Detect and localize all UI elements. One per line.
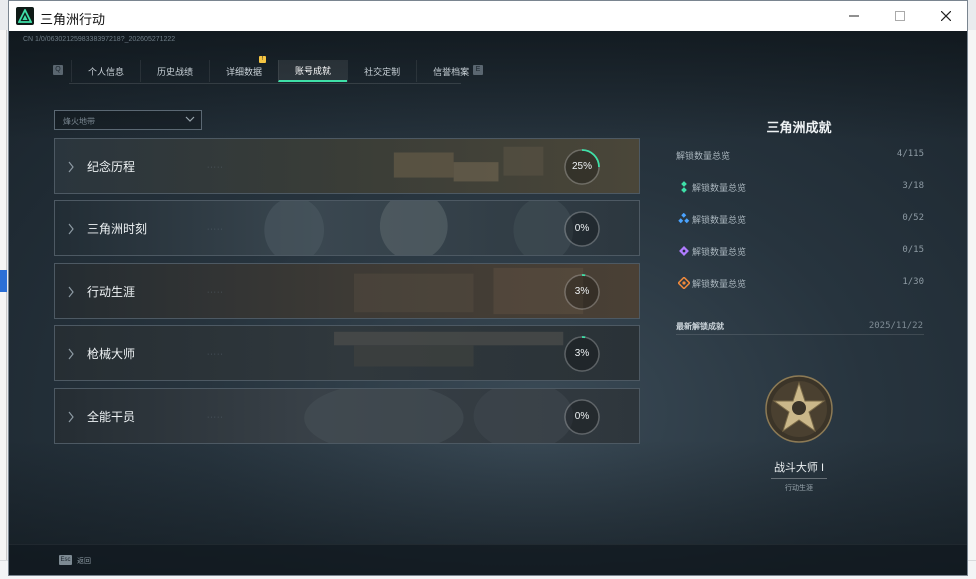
progress-percent: 0% <box>574 223 590 234</box>
host-app-left-strip <box>0 30 7 560</box>
tab-next-icon[interactable]: E <box>473 65 483 75</box>
tier-unlock-row: 解锁数量总览 0/15 <box>676 243 924 259</box>
progress-percent: 25% <box>571 161 592 172</box>
chevron-right-icon <box>68 286 74 298</box>
tab-detailed-stats[interactable]: 详细数据 <box>209 60 278 82</box>
mode-filter-dropdown[interactable]: 烽火地带 <box>54 110 202 130</box>
tab-personal-info[interactable]: 个人信息 <box>71 60 140 82</box>
achievements-title: 三角洲成就 <box>766 120 832 135</box>
tier-orange-icon <box>678 277 690 289</box>
category-card-operation-career[interactable]: 行动生涯 ····· 3% <box>54 263 640 319</box>
medal-name: 战斗大师 I <box>773 462 825 474</box>
tier-unlock-row: 解锁数量总览 0/52 <box>676 211 924 227</box>
filter-value: 烽火地带 <box>63 117 95 126</box>
combat-master-medal-icon[interactable] <box>765 375 833 443</box>
close-button[interactable] <box>923 1 967 31</box>
category-label: 全能干员 <box>87 410 136 424</box>
chevron-right-icon <box>68 223 74 235</box>
category-card-delta-moments[interactable]: 三角洲时刻 ····· 0% <box>54 200 640 256</box>
total-unlock-row: 解锁数量总览 4/115 <box>676 147 924 163</box>
window-title: 三角洲行动 <box>40 12 106 27</box>
delta-force-logo-icon <box>16 7 34 25</box>
progress-percent: 3% <box>574 348 590 359</box>
back-label[interactable]: 返回 <box>77 556 91 566</box>
tab-bar: 个人信息 历史战绩 详细数据 账号成就 社交定制 信誉档案 <box>71 59 485 83</box>
category-label: 枪械大师 <box>87 347 136 361</box>
chevron-right-icon <box>68 161 74 173</box>
minimize-button[interactable] <box>831 1 877 31</box>
tab-social[interactable]: 社交定制 <box>347 60 416 82</box>
tier-green-icon <box>681 181 687 193</box>
maximize-button[interactable] <box>877 1 923 31</box>
medal-category: 行动生涯 <box>785 485 813 492</box>
tab-battle-history[interactable]: 历史战绩 <box>140 60 209 82</box>
game-content: CN 1/0/0630212598338397218?_202605271222… <box>9 31 967 575</box>
notification-badge-icon: ! <box>259 56 266 63</box>
category-label: 三角洲时刻 <box>87 222 148 236</box>
total-unlock-value: 4/115 <box>896 149 924 159</box>
host-app-right-strip <box>968 30 976 560</box>
game-window: 三角洲行动 CN 1/0/0630212598338397218?_202605… <box>8 0 968 576</box>
title-bar: 三角洲行动 <box>9 1 967 31</box>
progress-percent: 3% <box>574 286 590 297</box>
category-card-memorial[interactable]: 纪念历程 ····· 25% <box>54 138 640 194</box>
chevron-down-icon <box>185 116 195 122</box>
tab-achievements[interactable]: 账号成就 <box>278 60 348 82</box>
tab-prev-icon[interactable]: Q <box>53 65 63 75</box>
latest-unlock-date: 2025/11/22 <box>868 321 923 331</box>
category-card-weapon-master[interactable]: 枪械大师 ····· 3% <box>54 325 640 381</box>
chevron-right-icon <box>68 411 74 423</box>
bottom-bar: Esc 返回 <box>9 544 967 575</box>
tier-blue-icon <box>678 213 690 224</box>
build-id-text: CN 1/0/0630212598338397218?_202605271222 <box>23 36 176 43</box>
latest-unlock-label: 最新解锁成就 <box>676 322 724 331</box>
total-unlock-label: 解锁数量总览 <box>676 151 731 161</box>
progress-percent: 0% <box>574 411 590 422</box>
chevron-right-icon <box>68 348 74 360</box>
category-card-all-round-operator[interactable]: 全能干员 ····· 0% <box>54 388 640 444</box>
category-label: 纪念历程 <box>87 160 136 174</box>
tier-unlock-row: 解锁数量总览 1/30 <box>676 275 924 291</box>
esc-key-icon[interactable]: Esc <box>59 555 72 565</box>
category-label: 行动生涯 <box>87 285 136 299</box>
tier-purple-icon <box>679 246 689 256</box>
tier-unlock-row: 解锁数量总览 3/18 <box>676 179 924 195</box>
